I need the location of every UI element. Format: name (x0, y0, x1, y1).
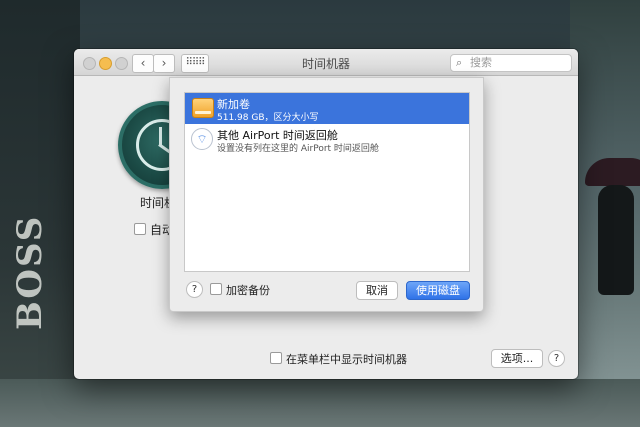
disk-subtitle: 设置没有列在这里的 AirPort 时间返回舱 (217, 144, 379, 154)
checkbox-icon[interactable] (270, 352, 282, 364)
checkbox-icon[interactable] (134, 223, 146, 235)
encrypt-backup-label: 加密备份 (226, 284, 270, 297)
list-item[interactable]: 新加卷 511.98 GB，区分大小写 (185, 93, 469, 124)
options-button[interactable]: 选项... (491, 349, 543, 368)
background-person (598, 185, 634, 295)
sheet-help-button[interactable]: ? (186, 281, 203, 298)
list-item[interactable]: ⌔ 其他 AirPort 时间返回舱 设置没有列在这里的 AirPort 时间返… (185, 124, 469, 155)
checkbox-icon[interactable] (210, 283, 222, 295)
search-field[interactable]: ⌕ 搜索 (450, 54, 572, 72)
show-in-menubar-label: 在菜单栏中显示时间机器 (286, 353, 407, 366)
cancel-button[interactable]: 取消 (356, 281, 398, 300)
disk-icon (192, 98, 214, 118)
title-bar: ‹ › ⠿⠿⠿ 时间机器 ⌕ 搜索 (74, 49, 578, 76)
background-signage: BOSS (10, 214, 50, 330)
encrypt-backup-checkbox[interactable]: 加密备份 (210, 282, 270, 298)
disk-list[interactable]: 新加卷 511.98 GB，区分大小写 ⌔ 其他 AirPort 时间返回舱 设… (184, 92, 470, 272)
disk-subtitle: 511.98 GB，区分大小写 (217, 113, 319, 123)
select-disk-sheet: 新加卷 511.98 GB，区分大小写 ⌔ 其他 AirPort 时间返回舱 设… (169, 77, 484, 312)
wifi-icon: ⌔ (191, 128, 213, 150)
background-ground (0, 379, 640, 427)
help-button[interactable]: ? (548, 350, 565, 367)
search-icon: ⌕ (456, 56, 463, 69)
search-placeholder: 搜索 (470, 56, 492, 69)
show-in-menubar-checkbox[interactable]: 在菜单栏中显示时间机器 (270, 351, 407, 367)
use-disk-button[interactable]: 使用磁盘 (406, 281, 470, 300)
